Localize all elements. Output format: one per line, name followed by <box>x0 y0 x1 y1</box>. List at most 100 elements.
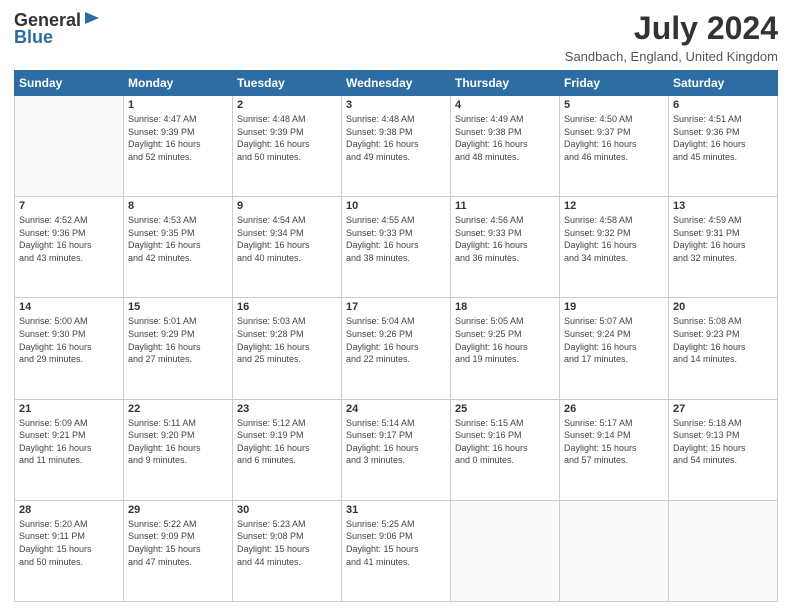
title-block: July 2024 Sandbach, England, United King… <box>565 10 778 64</box>
calendar-cell: 25 Sunrise: 5:15 AM Sunset: 9:16 PM Dayli… <box>451 399 560 500</box>
day-info: Sunrise: 5:20 AM Sunset: 9:11 PM Dayligh… <box>19 518 119 568</box>
calendar-cell: 6 Sunrise: 4:51 AM Sunset: 9:36 PM Daylig… <box>669 96 778 197</box>
day-info: Sunrise: 5:00 AM Sunset: 9:30 PM Dayligh… <box>19 315 119 365</box>
calendar-week-row: 7 Sunrise: 4:52 AM Sunset: 9:36 PM Daylig… <box>15 197 778 298</box>
day-info: Sunrise: 4:59 AM Sunset: 9:31 PM Dayligh… <box>673 214 773 264</box>
calendar-header-row: SundayMondayTuesdayWednesdayThursdayFrid… <box>15 71 778 96</box>
day-info: Sunrise: 5:04 AM Sunset: 9:26 PM Dayligh… <box>346 315 446 365</box>
day-info: Sunrise: 5:23 AM Sunset: 9:08 PM Dayligh… <box>237 518 337 568</box>
page: General Blue July 2024 Sandbach, England… <box>0 0 792 612</box>
day-number: 26 <box>564 403 664 415</box>
calendar-cell <box>669 500 778 601</box>
calendar-week-row: 14 Sunrise: 5:00 AM Sunset: 9:30 PM Dayli… <box>15 298 778 399</box>
day-info: Sunrise: 4:52 AM Sunset: 9:36 PM Dayligh… <box>19 214 119 264</box>
day-info: Sunrise: 4:51 AM Sunset: 9:36 PM Dayligh… <box>673 113 773 163</box>
day-info: Sunrise: 5:01 AM Sunset: 9:29 PM Dayligh… <box>128 315 228 365</box>
calendar-cell: 31 Sunrise: 5:25 AM Sunset: 9:06 PM Dayli… <box>342 500 451 601</box>
day-number: 12 <box>564 200 664 212</box>
logo: General Blue <box>14 10 101 48</box>
day-number: 1 <box>128 99 228 111</box>
col-header-thursday: Thursday <box>451 71 560 96</box>
day-number: 5 <box>564 99 664 111</box>
calendar-cell: 22 Sunrise: 5:11 AM Sunset: 9:20 PM Dayli… <box>124 399 233 500</box>
day-number: 13 <box>673 200 773 212</box>
calendar-cell: 12 Sunrise: 4:58 AM Sunset: 9:32 PM Dayli… <box>560 197 669 298</box>
day-info: Sunrise: 4:48 AM Sunset: 9:39 PM Dayligh… <box>237 113 337 163</box>
calendar-cell: 14 Sunrise: 5:00 AM Sunset: 9:30 PM Dayli… <box>15 298 124 399</box>
day-info: Sunrise: 5:07 AM Sunset: 9:24 PM Dayligh… <box>564 315 664 365</box>
location: Sandbach, England, United Kingdom <box>565 49 778 64</box>
day-number: 24 <box>346 403 446 415</box>
calendar-cell: 26 Sunrise: 5:17 AM Sunset: 9:14 PM Dayli… <box>560 399 669 500</box>
day-info: Sunrise: 4:55 AM Sunset: 9:33 PM Dayligh… <box>346 214 446 264</box>
calendar-week-row: 28 Sunrise: 5:20 AM Sunset: 9:11 PM Dayli… <box>15 500 778 601</box>
calendar-cell: 9 Sunrise: 4:54 AM Sunset: 9:34 PM Daylig… <box>233 197 342 298</box>
day-number: 10 <box>346 200 446 212</box>
calendar-cell: 10 Sunrise: 4:55 AM Sunset: 9:33 PM Dayli… <box>342 197 451 298</box>
col-header-saturday: Saturday <box>669 71 778 96</box>
calendar-cell: 5 Sunrise: 4:50 AM Sunset: 9:37 PM Daylig… <box>560 96 669 197</box>
calendar-week-row: 21 Sunrise: 5:09 AM Sunset: 9:21 PM Dayli… <box>15 399 778 500</box>
day-number: 20 <box>673 301 773 313</box>
col-header-tuesday: Tuesday <box>233 71 342 96</box>
col-header-sunday: Sunday <box>15 71 124 96</box>
calendar-cell: 15 Sunrise: 5:01 AM Sunset: 9:29 PM Dayli… <box>124 298 233 399</box>
logo-flag-icon <box>83 10 101 30</box>
day-number: 21 <box>19 403 119 415</box>
day-number: 30 <box>237 504 337 516</box>
logo-blue-text: Blue <box>14 27 53 48</box>
calendar-cell <box>15 96 124 197</box>
calendar-cell: 17 Sunrise: 5:04 AM Sunset: 9:26 PM Dayli… <box>342 298 451 399</box>
calendar-cell: 29Sunrise: 5:22 AM Sunset: 9:09 PM Dayli… <box>124 500 233 601</box>
day-info: Sunrise: 4:50 AM Sunset: 9:37 PM Dayligh… <box>564 113 664 163</box>
day-info: Sunrise: 5:17 AM Sunset: 9:14 PM Dayligh… <box>564 417 664 467</box>
day-number: 18 <box>455 301 555 313</box>
day-number: 19 <box>564 301 664 313</box>
day-number: 23 <box>237 403 337 415</box>
calendar-cell: 20 Sunrise: 5:08 AM Sunset: 9:23 PM Dayli… <box>669 298 778 399</box>
calendar-table: SundayMondayTuesdayWednesdayThursdayFrid… <box>14 70 778 602</box>
day-number: 22 <box>128 403 228 415</box>
day-info: Sunrise: 5:03 AM Sunset: 9:28 PM Dayligh… <box>237 315 337 365</box>
day-info: Sunrise: 5:12 AM Sunset: 9:19 PM Dayligh… <box>237 417 337 467</box>
calendar-cell: 28 Sunrise: 5:20 AM Sunset: 9:11 PM Dayli… <box>15 500 124 601</box>
day-info: Sunrise: 4:49 AM Sunset: 9:38 PM Dayligh… <box>455 113 555 163</box>
day-info: Sunrise: 4:56 AM Sunset: 9:33 PM Dayligh… <box>455 214 555 264</box>
day-number: 15 <box>128 301 228 313</box>
calendar-cell: 21 Sunrise: 5:09 AM Sunset: 9:21 PM Dayli… <box>15 399 124 500</box>
calendar-cell: 24 Sunrise: 5:14 AM Sunset: 9:17 PM Dayli… <box>342 399 451 500</box>
day-number: 6 <box>673 99 773 111</box>
day-number: 17 <box>346 301 446 313</box>
day-info: Sunrise: 5:14 AM Sunset: 9:17 PM Dayligh… <box>346 417 446 467</box>
calendar-cell <box>560 500 669 601</box>
month-year: July 2024 <box>565 10 778 47</box>
day-info: Sunrise: 5:11 AM Sunset: 9:20 PM Dayligh… <box>128 417 228 467</box>
day-info: Sunrise: 5:08 AM Sunset: 9:23 PM Dayligh… <box>673 315 773 365</box>
day-number: 14 <box>19 301 119 313</box>
day-info: Sunrise: 5:22 AM Sunset: 9:09 PM Dayligh… <box>128 518 228 568</box>
day-number: 11 <box>455 200 555 212</box>
day-info: Sunrise: 4:54 AM Sunset: 9:34 PM Dayligh… <box>237 214 337 264</box>
day-number: 31 <box>346 504 446 516</box>
day-info: Sunrise: 4:58 AM Sunset: 9:32 PM Dayligh… <box>564 214 664 264</box>
day-number: 28 <box>19 504 119 516</box>
day-info: Sunrise: 4:53 AM Sunset: 9:35 PM Dayligh… <box>128 214 228 264</box>
col-header-monday: Monday <box>124 71 233 96</box>
day-number: 2 <box>237 99 337 111</box>
calendar-cell: 3Sunrise: 4:48 AM Sunset: 9:38 PM Daylig… <box>342 96 451 197</box>
calendar-cell: 30 Sunrise: 5:23 AM Sunset: 9:08 PM Dayli… <box>233 500 342 601</box>
day-number: 27 <box>673 403 773 415</box>
calendar-cell: 23 Sunrise: 5:12 AM Sunset: 9:19 PM Dayli… <box>233 399 342 500</box>
day-number: 9 <box>237 200 337 212</box>
calendar-cell: 19 Sunrise: 5:07 AM Sunset: 9:24 PM Dayli… <box>560 298 669 399</box>
day-info: Sunrise: 5:25 AM Sunset: 9:06 PM Dayligh… <box>346 518 446 568</box>
calendar-cell: 16Sunrise: 5:03 AM Sunset: 9:28 PM Dayli… <box>233 298 342 399</box>
day-info: Sunrise: 5:15 AM Sunset: 9:16 PM Dayligh… <box>455 417 555 467</box>
day-info: Sunrise: 5:18 AM Sunset: 9:13 PM Dayligh… <box>673 417 773 467</box>
day-number: 25 <box>455 403 555 415</box>
day-info: Sunrise: 5:09 AM Sunset: 9:21 PM Dayligh… <box>19 417 119 467</box>
calendar-cell: 8Sunrise: 4:53 AM Sunset: 9:35 PM Daylig… <box>124 197 233 298</box>
col-header-wednesday: Wednesday <box>342 71 451 96</box>
day-number: 7 <box>19 200 119 212</box>
calendar-cell: 27 Sunrise: 5:18 AM Sunset: 9:13 PM Dayli… <box>669 399 778 500</box>
